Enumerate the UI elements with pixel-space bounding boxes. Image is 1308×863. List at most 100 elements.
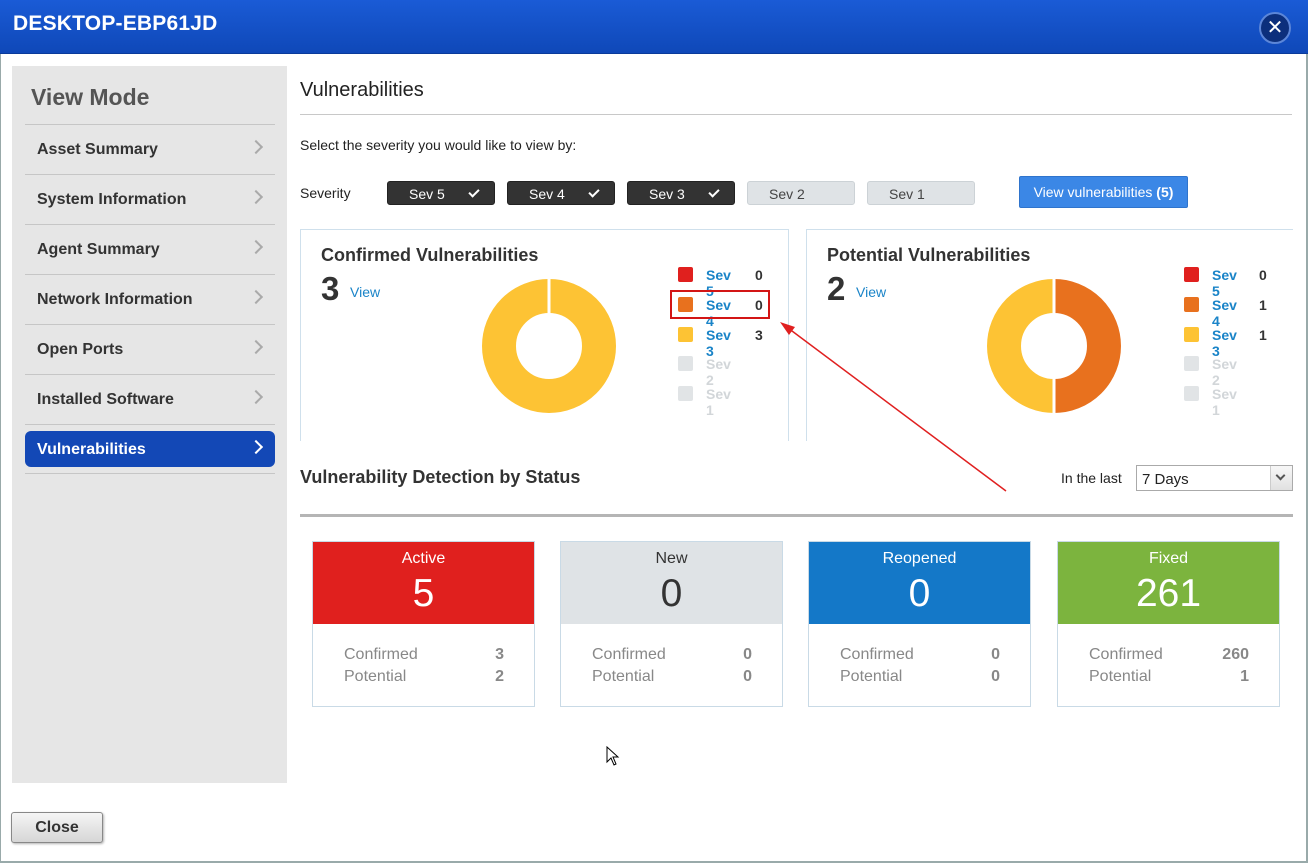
sidebar-item-network-information[interactable]: Network Information bbox=[25, 274, 275, 324]
status-card-new[interactable]: New 0 Confirmed 0 Potential 0 bbox=[560, 541, 783, 707]
legend-label: Sev 4 bbox=[1212, 297, 1237, 329]
check-icon bbox=[708, 186, 720, 198]
sev2-filter-button[interactable]: Sev 2 bbox=[747, 181, 855, 205]
sidebar-item-vulnerabilities[interactable]: Vulnerabilities bbox=[25, 424, 275, 474]
potential-count: 2 bbox=[827, 270, 846, 307]
view-vulnerabilities-label: View vulnerabilities bbox=[1033, 184, 1153, 200]
legend-label: Sev 1 bbox=[706, 386, 731, 418]
card-label: New bbox=[655, 550, 688, 567]
confirmed-row: Confirmed 3 bbox=[344, 646, 504, 664]
donut-segment-sev4 bbox=[1053, 279, 1121, 413]
chevron-right-icon bbox=[248, 139, 264, 155]
status-card-fixed[interactable]: Fixed 261 Confirmed 260 Potential 1 bbox=[1057, 541, 1280, 707]
row-label: Confirmed bbox=[344, 646, 418, 663]
cursor-shape bbox=[606, 746, 620, 766]
row-value: 0 bbox=[743, 646, 752, 663]
sidebar-item-label: Agent Summary bbox=[37, 241, 160, 258]
chevron-right-icon bbox=[248, 339, 264, 355]
check-icon bbox=[588, 186, 600, 198]
detection-title: Vulnerability Detection by Status bbox=[300, 467, 581, 487]
annotation-highlight-box bbox=[670, 290, 770, 319]
potential-row: Potential 2 bbox=[344, 668, 504, 686]
panel-title: Potential Vulnerabilities bbox=[827, 245, 1031, 265]
sev2-swatch bbox=[678, 356, 693, 371]
card-label: Active bbox=[401, 550, 446, 567]
severity-label: Severity bbox=[300, 185, 351, 201]
row-label: Potential bbox=[1089, 668, 1152, 685]
potential-donut-chart bbox=[987, 278, 1121, 414]
view-vulnerabilities-count: (5) bbox=[1156, 184, 1174, 200]
row-value: 260 bbox=[1222, 646, 1249, 663]
filter-label: Sev 1 bbox=[889, 186, 925, 202]
sev5-swatch bbox=[678, 267, 693, 282]
close-button[interactable]: Close bbox=[11, 812, 103, 843]
dropdown-button[interactable] bbox=[1270, 466, 1292, 490]
title-bar: DESKTOP-EBP61JD ✕ bbox=[0, 0, 1308, 54]
sev4-swatch bbox=[1184, 297, 1199, 312]
sev5-filter-button[interactable]: Sev 5 bbox=[387, 181, 495, 205]
card-value: 0 bbox=[660, 572, 683, 615]
in-the-last-label: In the last bbox=[1061, 470, 1122, 486]
divider bbox=[300, 114, 1292, 115]
status-card-reopened[interactable]: Reopened 0 Confirmed 0 Potential 0 bbox=[808, 541, 1031, 707]
legend-count: 0 bbox=[1259, 267, 1267, 283]
sidebar-nav: Asset Summary System Information Agent S… bbox=[25, 124, 275, 474]
sidebar: View Mode Asset Summary System Informati… bbox=[12, 66, 287, 783]
row-value: 2 bbox=[495, 668, 504, 685]
legend-label: Sev 3 bbox=[1212, 327, 1237, 359]
confirmed-view-link[interactable]: View bbox=[350, 284, 380, 300]
divider bbox=[300, 514, 1293, 517]
potential-view-link[interactable]: View bbox=[856, 284, 886, 300]
legend-label: Sev 3 bbox=[706, 327, 731, 359]
confirmed-donut-chart bbox=[482, 278, 616, 413]
window-title: DESKTOP-EBP61JD bbox=[13, 12, 218, 35]
status-card-active[interactable]: Active 5 Confirmed 3 Potential 2 bbox=[312, 541, 535, 707]
sidebar-item-label: Open Ports bbox=[37, 341, 124, 358]
potential-row: Potential 1 bbox=[1089, 668, 1249, 686]
sev1-filter-button[interactable]: Sev 1 bbox=[867, 181, 975, 205]
sev1-swatch bbox=[678, 386, 693, 401]
card-label: Fixed bbox=[1148, 550, 1189, 567]
sidebar-item-label: System Information bbox=[37, 191, 187, 208]
chevron-right-icon bbox=[248, 239, 264, 255]
card-header: Reopened 0 bbox=[809, 542, 1030, 624]
view-vulnerabilities-button[interactable]: View vulnerabilities (5) bbox=[1019, 176, 1188, 208]
period-value: 7 Days bbox=[1142, 471, 1189, 488]
row-label: Confirmed bbox=[1089, 646, 1163, 663]
confirmed-row: Confirmed 0 bbox=[840, 646, 1000, 664]
sev3-swatch bbox=[678, 327, 693, 342]
sev3-filter-button[interactable]: Sev 3 bbox=[627, 181, 735, 205]
card-label: Reopened bbox=[882, 550, 957, 567]
sidebar-item-label: Network Information bbox=[37, 291, 193, 308]
sidebar-item-label: Installed Software bbox=[37, 391, 174, 408]
legend-label: Sev 2 bbox=[1212, 356, 1237, 388]
row-value: 0 bbox=[991, 668, 1000, 685]
donut-segment-sev3 bbox=[987, 279, 1055, 413]
chevron-right-icon bbox=[248, 389, 264, 405]
close-icon[interactable]: ✕ bbox=[1259, 12, 1291, 44]
card-value: 261 bbox=[1135, 572, 1202, 615]
row-value: 0 bbox=[991, 646, 1000, 663]
card-header: Active 5 bbox=[313, 542, 534, 624]
sev2-swatch bbox=[1184, 356, 1199, 371]
sidebar-item-installed-software[interactable]: Installed Software bbox=[25, 374, 275, 424]
sidebar-item-system-information[interactable]: System Information bbox=[25, 174, 275, 224]
sev3-swatch bbox=[1184, 327, 1199, 342]
chevron-down-icon bbox=[1275, 470, 1286, 481]
row-value: 3 bbox=[495, 646, 504, 663]
legend-label: Sev 5 bbox=[1212, 267, 1237, 299]
legend-count: 1 bbox=[1259, 297, 1267, 313]
row-label: Confirmed bbox=[592, 646, 666, 663]
check-icon bbox=[468, 186, 480, 198]
filter-label: Sev 2 bbox=[769, 186, 805, 202]
chevron-right-icon bbox=[248, 189, 264, 205]
row-value: 0 bbox=[743, 668, 752, 685]
sev4-filter-button[interactable]: Sev 4 bbox=[507, 181, 615, 205]
sidebar-item-agent-summary[interactable]: Agent Summary bbox=[25, 224, 275, 274]
sidebar-item-asset-summary[interactable]: Asset Summary bbox=[25, 124, 275, 174]
confirmed-count: 3 bbox=[321, 270, 340, 307]
filter-label: Sev 4 bbox=[529, 186, 565, 202]
period-select[interactable]: 7 Days bbox=[1136, 465, 1293, 491]
legend-label: Sev 2 bbox=[706, 356, 731, 388]
sidebar-item-open-ports[interactable]: Open Ports bbox=[25, 324, 275, 374]
